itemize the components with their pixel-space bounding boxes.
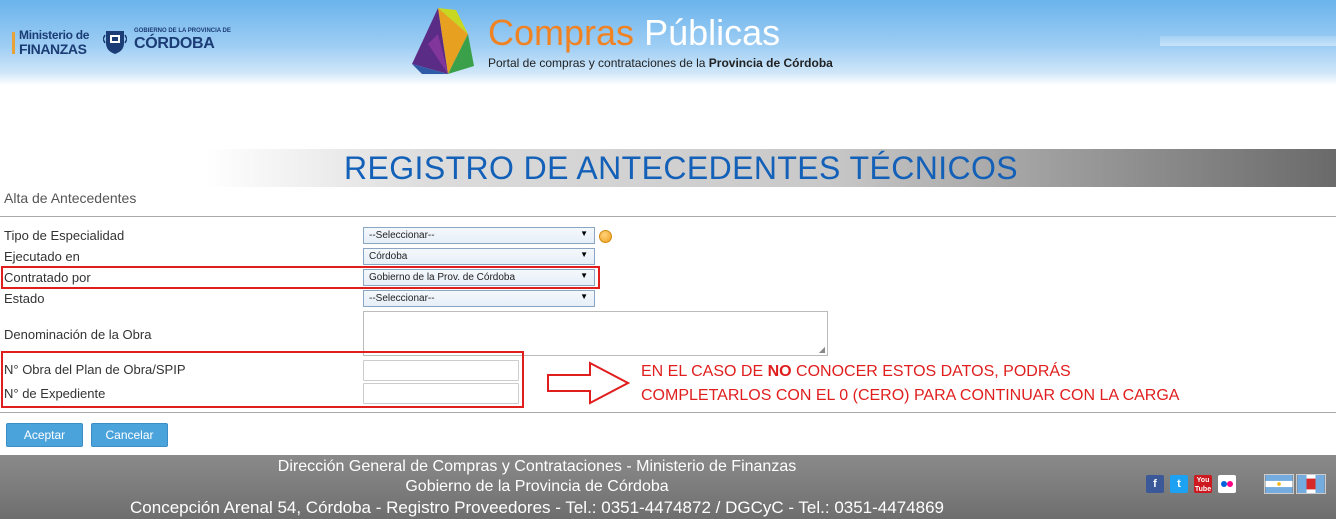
footer-line1: Dirección General de Compras y Contratac… [277,458,797,475]
estado-value: --Seleccionar-- [369,293,435,304]
cordoba-label: CÓRDOBA [134,35,215,52]
highlight-box-numeros [1,351,524,408]
dropdown-arrow-icon: ▼ [580,292,588,301]
cordoba-shield-icon [103,31,127,54]
cancel-button[interactable]: Cancelar [91,423,168,447]
header-decoration [1160,36,1336,46]
tipo-especialidad-select[interactable]: --Seleccionar-- ▼ [363,227,595,244]
resize-grip-icon[interactable]: ◢ [819,345,825,354]
ministerio-line2: FINANZAS [19,41,87,57]
dropdown-arrow-icon: ▼ [580,229,588,238]
highlight-box-contratado [1,266,600,289]
section-title: Alta de Antecedentes [4,190,137,206]
site-footer: Dirección General de Compras y Contratac… [0,455,1336,519]
annotation-line1-suffix: CONOCER ESTOS DATOS, PODRÁS [791,363,1071,380]
title-banner: REGISTRO DE ANTECEDENTES TÉCNICOS [205,149,1336,187]
flickr-dots [1221,481,1233,487]
portal-subtitle-prefix: Portal de compras y contrataciones de la [488,56,706,70]
footer-line2: Gobierno de la Provincia de Córdoba [405,478,669,495]
denominacion-label: Denominación de la Obra [4,327,152,342]
annotation-line1-bold: NO [767,363,792,380]
twitter-icon[interactable]: t [1170,475,1188,493]
portal-subtitle: Portal de compras y contrataciones de la… [488,56,833,70]
arrow-right-icon [547,361,630,405]
ejecutado-en-value: Córdoba [369,251,408,262]
gobierno-provincia-label: GOBIERNO DE LA PROVINCIA DE [134,28,231,34]
annotation-line1: EN EL CASO DE NO CONOCER ESTOS DATOS, PO… [641,360,1179,384]
annotation-line1-prefix: EN EL CASO DE [641,363,768,380]
portal-title: Compras Públicas [488,13,780,53]
portal-title-word2: Públicas [644,12,781,53]
ejecutado-en-label: Ejecutado en [4,249,80,264]
compras-publicas-logo-icon[interactable] [408,4,484,76]
footer-line3: Concepción Arenal 54, Córdoba - Registro… [130,498,944,517]
flickr-icon[interactable] [1218,475,1236,493]
estado-select[interactable]: --Seleccionar-- ▼ [363,290,595,307]
logo-accent-bar [12,32,15,54]
tipo-especialidad-label: Tipo de Especialidad [4,228,125,243]
divider [0,412,1336,413]
divider [0,216,1336,217]
annotation-line2: COMPLETARLOS CON EL 0 (CERO) PARA CONTIN… [641,387,1180,404]
page-title: REGISTRO DE ANTECEDENTES TÉCNICOS [344,150,1019,186]
tipo-especialidad-value: --Seleccionar-- [369,230,435,241]
youtube-icon[interactable]: You Tube [1194,475,1212,493]
denominacion-textarea[interactable]: ◢ [363,311,828,356]
site-header: Ministerio de FINANZAS GOBIERNO DE LA PR… [0,0,1336,85]
help-icon[interactable] [599,230,612,243]
annotation-note: EN EL CASO DE NO CONOCER ESTOS DATOS, PO… [641,360,1179,408]
ministerio-finanzas-logo[interactable]: Ministerio de FINANZAS [12,28,97,57]
accept-button[interactable]: Aceptar [6,423,83,447]
portal-subtitle-bold: Provincia de Córdoba [708,56,833,70]
ministerio-line1: Ministerio de [19,28,90,42]
portal-title-word1: Compras [488,12,635,53]
ejecutado-en-select[interactable]: Córdoba ▼ [363,248,595,265]
argentina-flag[interactable] [1264,474,1294,494]
dropdown-arrow-icon: ▼ [580,250,588,259]
facebook-icon[interactable]: f [1146,475,1164,493]
estado-label: Estado [4,291,45,306]
cordoba-flag[interactable] [1296,474,1326,494]
